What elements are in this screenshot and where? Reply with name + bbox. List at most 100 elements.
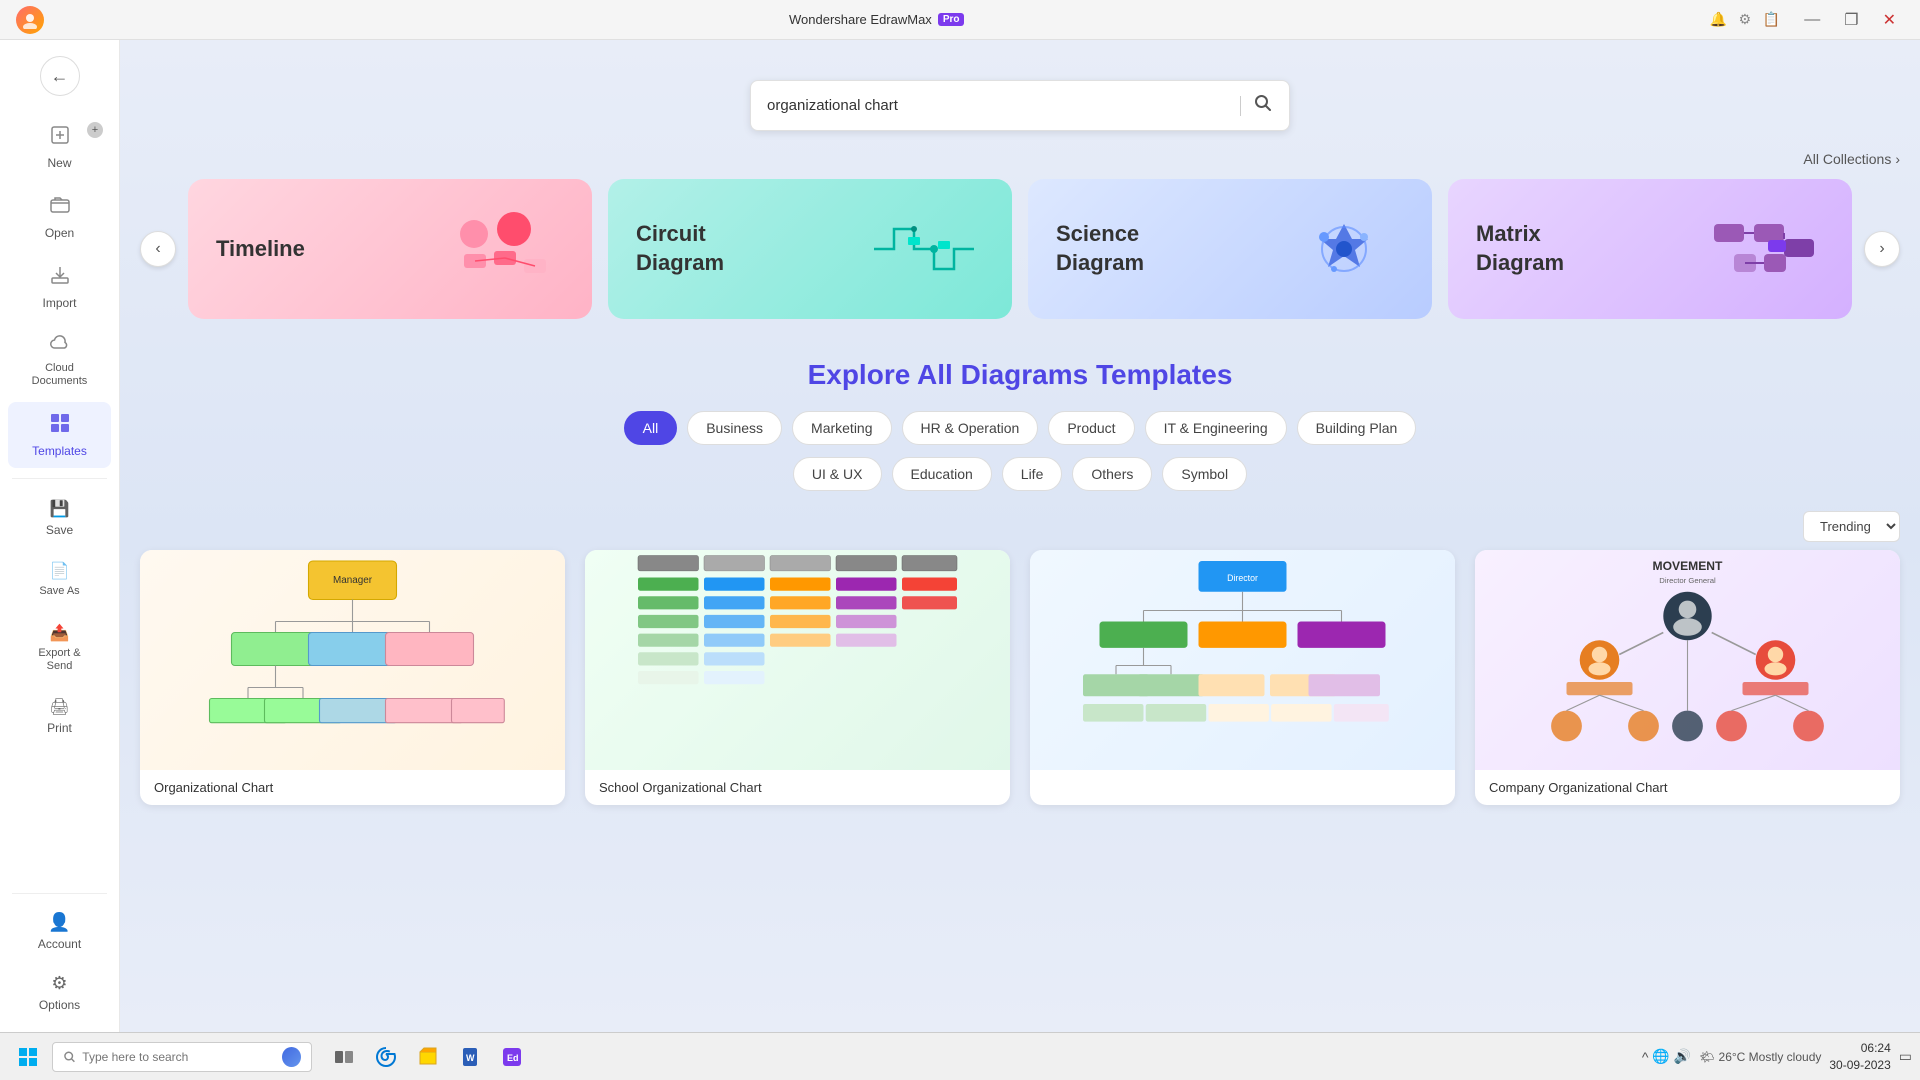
carousel-matrix-label: MatrixDiagram [1476,220,1564,277]
template-card-1[interactable]: Manager [140,550,565,805]
restore-button[interactable]: ❐ [1836,8,1866,32]
search-input[interactable] [767,97,1228,114]
sidebar-item-new[interactable]: New + [8,114,111,180]
template-thumb-2 [585,550,1010,770]
save-icon: 💾 [50,499,70,519]
edraw-icon: Ed [501,1046,523,1068]
templates-grid: Manager [120,550,1920,825]
taskbar-apps: W Ed [324,1037,532,1077]
filter-row-2: UI & UX Education Life Others Symbol [140,457,1900,491]
filter-education[interactable]: Education [892,457,992,491]
word-icon: W [459,1046,481,1068]
sidebar-item-print[interactable]: 🖨 Print [8,687,111,745]
close-button[interactable]: ✕ [1875,8,1904,32]
all-collections-link[interactable]: All Collections › [1803,151,1900,167]
plus-badge: + [87,122,103,138]
windows-icon [18,1047,38,1067]
taskbar-app-word[interactable]: W [450,1037,490,1077]
carousel-prev-button[interactable]: ‹ [140,231,176,267]
taskbar: W Ed ^ 🌐 🔊 🌤 26°C Mostly cloudy 06:24 30… [0,1032,1920,1080]
sidebar-export-label: Export &Send [38,647,80,673]
chevron-right-icon: › [1895,151,1900,167]
template-card-3[interactable]: Director [1030,550,1455,805]
template-card-2[interactable]: School Organizational Chart [585,550,1010,805]
filter-row-1: All Business Marketing HR & Operation Pr… [140,411,1900,445]
explore-title: Explore All Diagrams Templates [140,359,1900,391]
explorer-icon [417,1046,439,1068]
sidebar-cloud-label: CloudDocuments [32,362,88,388]
sidebar-open-label: Open [45,226,74,240]
matrix-icon [1704,209,1824,289]
filter-ui[interactable]: UI & UX [793,457,882,491]
sidebar-account-label: Account [38,937,81,951]
start-button[interactable] [8,1037,48,1077]
taskbar-search-input[interactable] [82,1050,272,1064]
search-button[interactable] [1253,93,1273,118]
filter-life[interactable]: Life [1002,457,1063,491]
sidebar-item-account[interactable]: 👤 Account [8,902,111,961]
filter-hr[interactable]: HR & Operation [902,411,1039,445]
carousel-next-button[interactable]: › [1864,231,1900,267]
svg-text:Director: Director [1227,573,1258,583]
template-label-4: Company Organizational Chart [1475,770,1900,805]
user-avatar[interactable] [16,6,44,34]
taskbar-search[interactable] [52,1042,312,1072]
filter-business[interactable]: Business [687,411,782,445]
account-icon: 👤 [48,912,70,933]
sidebar-templates-label: Templates [32,444,87,458]
sidebar-item-export[interactable]: 📤 Export &Send [8,613,111,683]
system-clock[interactable]: 06:24 30-09-2023 [1829,1040,1890,1074]
sort-select[interactable]: Trending Newest Popular [1803,511,1900,542]
sidebar-divider-2 [12,893,107,894]
network-icon[interactable]: 🌐 [1652,1048,1669,1065]
template-label-3 [1030,770,1455,790]
templates-icon [49,412,71,440]
weather-widget[interactable]: 🌤 26°C Mostly cloudy [1699,1050,1821,1064]
carousel-card-timeline[interactable]: Timeline [188,179,592,319]
carousel-card-science[interactable]: ScienceDiagram [1028,179,1432,319]
carousel-wrapper: ‹ Timeline [140,179,1900,319]
show-desktop-button[interactable]: ▭ [1899,1048,1912,1065]
svg-text:MOVEMENT: MOVEMENT [1653,559,1723,573]
filter-all[interactable]: All [624,411,678,445]
sidebar-item-open[interactable]: Open [8,184,111,250]
sidebar-item-options[interactable]: ⚙ Options [8,963,111,1022]
minimize-button[interactable]: — [1796,9,1828,31]
filter-it[interactable]: IT & Engineering [1145,411,1287,445]
sidebar-item-save-as[interactable]: 📄 Save As [8,551,111,608]
filter-others[interactable]: Others [1072,457,1152,491]
chevron-up-icon[interactable]: ^ [1642,1049,1649,1065]
taskbar-app-edge[interactable] [366,1037,406,1077]
filter-product[interactable]: Product [1048,411,1134,445]
taskbar-app-explorer[interactable] [408,1037,448,1077]
search-container [750,80,1290,131]
carousel-card-matrix[interactable]: MatrixDiagram [1448,179,1852,319]
sidebar-item-save[interactable]: 💾 Save [8,489,111,547]
filter-building[interactable]: Building Plan [1297,411,1417,445]
main-layout: ← New + Open Import CloudDocuments [0,40,1920,1032]
sidebar-item-cloud[interactable]: CloudDocuments [8,324,111,398]
clock-time: 06:24 [1829,1040,1890,1057]
tray-icons: ^ 🌐 🔊 [1642,1048,1691,1065]
org-chart-svg-3: Director [1030,550,1455,770]
sidebar-print-label: Print [47,721,72,735]
taskbar-app-edraw[interactable]: Ed [492,1037,532,1077]
sidebar-item-templates[interactable]: Templates [8,402,111,468]
search-divider [1240,96,1241,116]
back-button[interactable]: ← [40,56,80,96]
carousel-circuit-label: CircuitDiagram [636,220,724,277]
svg-text:Ed: Ed [507,1053,519,1063]
org-chart-svg-1: Manager [140,550,565,770]
speaker-icon[interactable]: 🔊 [1674,1048,1691,1065]
svg-text:Manager: Manager [333,575,373,586]
filter-symbol[interactable]: Symbol [1162,457,1247,491]
carousel-timeline-label: Timeline [216,235,305,264]
template-card-4[interactable]: MOVEMENT Director General [1475,550,1900,805]
filter-marketing[interactable]: Marketing [792,411,891,445]
carousel-card-circuit[interactable]: CircuitDiagram [608,179,1012,319]
sidebar-item-import[interactable]: Import [8,254,111,320]
svg-text:W: W [466,1053,475,1063]
window-controls[interactable]: 🔔 ⚙ 📋 — ❐ ✕ [1709,8,1904,32]
org-chart-svg-2 [585,550,1010,770]
taskbar-app-taskview[interactable] [324,1037,364,1077]
